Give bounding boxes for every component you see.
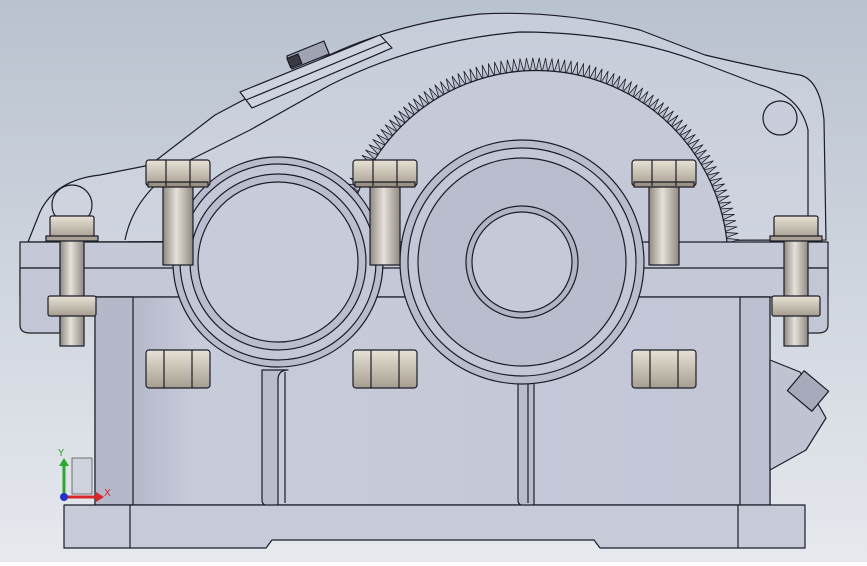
triad-x-label: X [104, 488, 111, 499]
triad-y-label: Y [57, 448, 65, 459]
nut-lower-1 [145, 349, 211, 389]
triad-plane [71, 457, 93, 495]
housing-right-wall [739, 296, 771, 506]
housing-left-wall [94, 296, 134, 506]
bearing-left[interactable] [172, 156, 384, 368]
nut-lower-2 [352, 349, 418, 389]
lifting-lug-right [762, 100, 798, 136]
triad-z-origin [60, 493, 68, 501]
graphics-viewport[interactable]: X Y [0, 0, 867, 562]
nut-lower-3 [631, 349, 697, 389]
bearing-right[interactable] [399, 139, 645, 385]
